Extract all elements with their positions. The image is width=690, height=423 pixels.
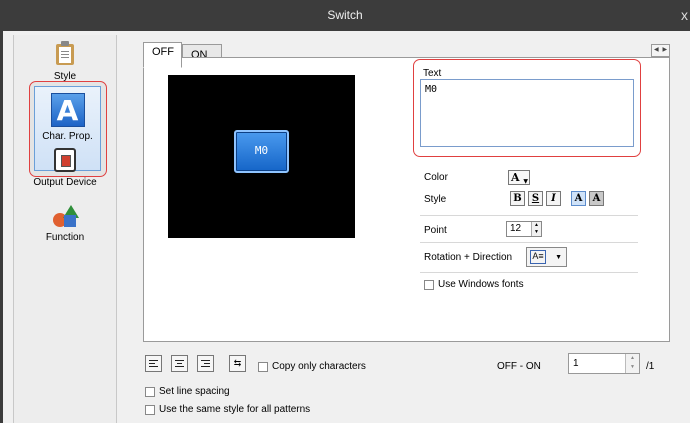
tab-scroll-arrows[interactable]: ◀ ▶	[651, 44, 670, 57]
sidebar-item-label: Function	[45, 232, 85, 243]
font-color-icon: A	[511, 171, 520, 184]
style-label: Style	[424, 194, 447, 205]
divider	[420, 242, 638, 243]
divider	[420, 272, 638, 273]
checkbox-label: Copy only characters	[272, 361, 366, 372]
sidebar-item-label: Char. Prop.	[42, 131, 93, 142]
copy-characters-button[interactable]: ⇆	[229, 355, 246, 372]
close-icon[interactable]: x	[681, 0, 688, 31]
shadow-button[interactable]: S	[528, 191, 543, 206]
chevron-down-icon: ▼	[555, 254, 562, 261]
same-style-checkbox[interactable]: Use the same style for all patterns	[145, 404, 310, 415]
window-title: Switch	[327, 8, 363, 22]
align-right-button[interactable]	[197, 355, 214, 372]
chevron-right-icon[interactable]: ▶	[661, 45, 670, 56]
point-label: Point	[424, 225, 447, 236]
point-value: 12	[510, 223, 522, 234]
normal-style-button[interactable]: A	[571, 191, 586, 206]
rotation-label: Rotation + Direction	[424, 252, 513, 263]
checkbox-box[interactable]	[424, 279, 434, 290]
spin-arrows-icon[interactable]: ▲ ▼	[531, 222, 541, 236]
pattern-total: /1	[646, 361, 655, 372]
sidebar-item-function[interactable]: Function	[14, 203, 116, 243]
set-line-spacing-checkbox[interactable]: Set line spacing	[145, 386, 230, 397]
bold-button[interactable]: B	[510, 191, 525, 206]
pattern-label: OFF - ON	[497, 361, 541, 372]
checkbox-label: Use Windows fonts	[438, 279, 524, 290]
point-stepper[interactable]: 12 ▲ ▼	[506, 221, 542, 237]
checkbox-box[interactable]	[258, 361, 268, 372]
clipboard-icon	[54, 40, 76, 66]
sidebar-item-output-device[interactable]: Output Device	[14, 146, 116, 188]
spin-arrows-icon[interactable]: ▲ ▼	[625, 354, 639, 373]
color-button[interactable]: A ▼	[508, 170, 530, 185]
background-style-button[interactable]: A	[589, 191, 604, 206]
copy-icon: ⇆	[233, 358, 242, 368]
pattern-value: 1	[573, 358, 579, 369]
pattern-stepper[interactable]: 1 ▲ ▼	[568, 353, 640, 374]
char-prop-icon: A	[50, 93, 85, 127]
title-bar: Switch x	[0, 0, 690, 31]
output-device-icon	[54, 148, 76, 172]
align-center-button[interactable]	[171, 355, 188, 372]
chevron-down-icon: ▼	[523, 178, 528, 185]
chevron-left-icon[interactable]: ◀	[652, 45, 661, 56]
text-input[interactable]: M0	[420, 79, 634, 147]
text-label: Text	[423, 68, 442, 79]
checkbox-box[interactable]	[145, 404, 155, 415]
copy-only-characters-checkbox[interactable]: Copy only characters	[258, 361, 366, 372]
divider	[420, 215, 638, 216]
rotation-direction-dropdown[interactable]: A≡ ▼	[526, 247, 567, 267]
italic-button[interactable]: I	[546, 191, 561, 206]
sidebar: Style A Char. Prop. Output Device Functi…	[13, 35, 117, 423]
function-icon	[51, 205, 79, 227]
color-label: Color	[424, 172, 448, 183]
use-windows-fonts-checkbox[interactable]: Use Windows fonts	[424, 279, 524, 290]
checkbox-label: Use the same style for all patterns	[159, 404, 311, 415]
preview-switch-button: M0	[234, 130, 289, 173]
text-direction-icon: A≡	[530, 250, 546, 264]
align-left-button[interactable]	[145, 355, 162, 372]
checkbox-box[interactable]	[145, 386, 155, 397]
sidebar-item-label: Output Device	[33, 177, 97, 188]
sidebar-item-style[interactable]: Style	[14, 38, 116, 82]
tab-off[interactable]: OFF	[143, 42, 182, 68]
checkbox-label: Set line spacing	[159, 386, 230, 397]
